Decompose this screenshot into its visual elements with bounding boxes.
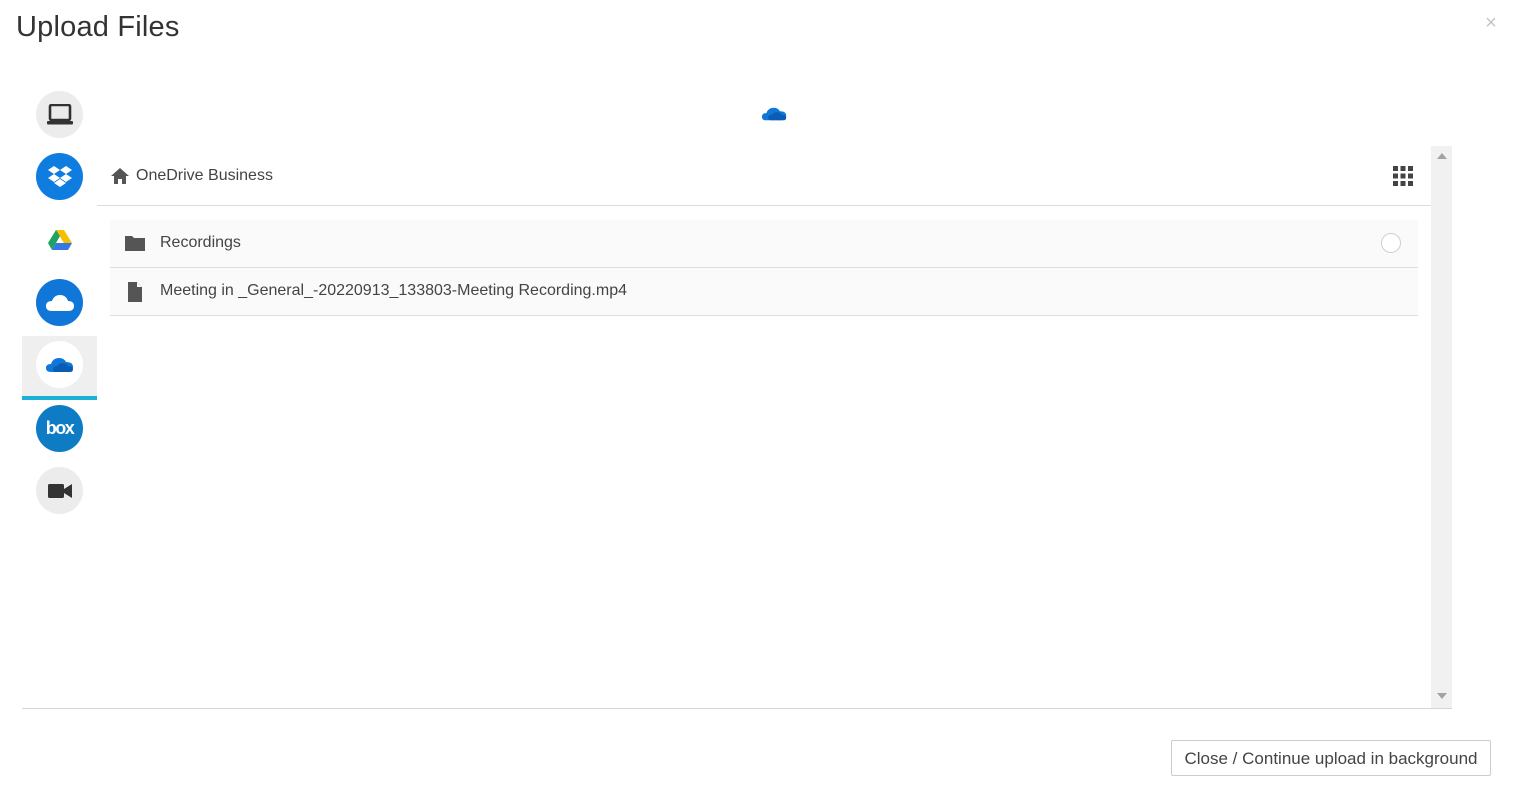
dialog-title: Upload Files <box>16 11 180 43</box>
select-radio[interactable] <box>1381 233 1401 253</box>
folder-icon <box>124 234 146 254</box>
source-sidebar: box <box>22 86 97 526</box>
close-continue-button[interactable]: Close / Continue upload in background <box>1171 740 1491 776</box>
box-icon: box <box>36 405 83 452</box>
browser-header: OneDrive Business <box>97 148 1431 206</box>
source-onedrive-business[interactable] <box>22 336 97 400</box>
onedrive-business-icon <box>761 104 788 124</box>
file-icon <box>124 282 146 302</box>
item-name: Recordings <box>160 234 241 251</box>
dropbox-icon <box>36 153 83 200</box>
scroll-up-arrow-icon[interactable] <box>1437 153 1447 159</box>
breadcrumb[interactable]: OneDrive Business <box>136 167 273 185</box>
list-item[interactable]: Recordings <box>110 220 1418 268</box>
video-camera-icon <box>36 467 83 514</box>
scroll-down-arrow-icon[interactable] <box>1437 693 1447 699</box>
file-list: Recordings Meeting in _General_-20220913… <box>110 220 1418 316</box>
grid-view-icon[interactable] <box>1393 166 1413 186</box>
list-item[interactable]: Meeting in _General_-20220913_133803-Mee… <box>110 268 1418 316</box>
source-dropbox[interactable] <box>22 148 97 208</box>
google-drive-icon <box>36 216 83 263</box>
close-icon[interactable]: × <box>1482 13 1500 33</box>
onedrive-icon <box>36 279 83 326</box>
source-onedrive[interactable] <box>22 274 97 334</box>
item-name: Meeting in _General_-20220913_133803-Mee… <box>160 282 627 299</box>
source-google-drive[interactable] <box>22 211 97 271</box>
source-video[interactable] <box>22 462 97 522</box>
laptop-icon <box>36 91 83 138</box>
box-logo-text: box <box>45 418 75 438</box>
divider <box>22 708 1452 709</box>
source-box[interactable]: box <box>22 400 97 460</box>
source-computer[interactable] <box>22 86 97 146</box>
scrollbar[interactable] <box>1431 146 1452 708</box>
onedrive-business-icon <box>36 341 83 388</box>
home-icon[interactable] <box>111 168 129 184</box>
